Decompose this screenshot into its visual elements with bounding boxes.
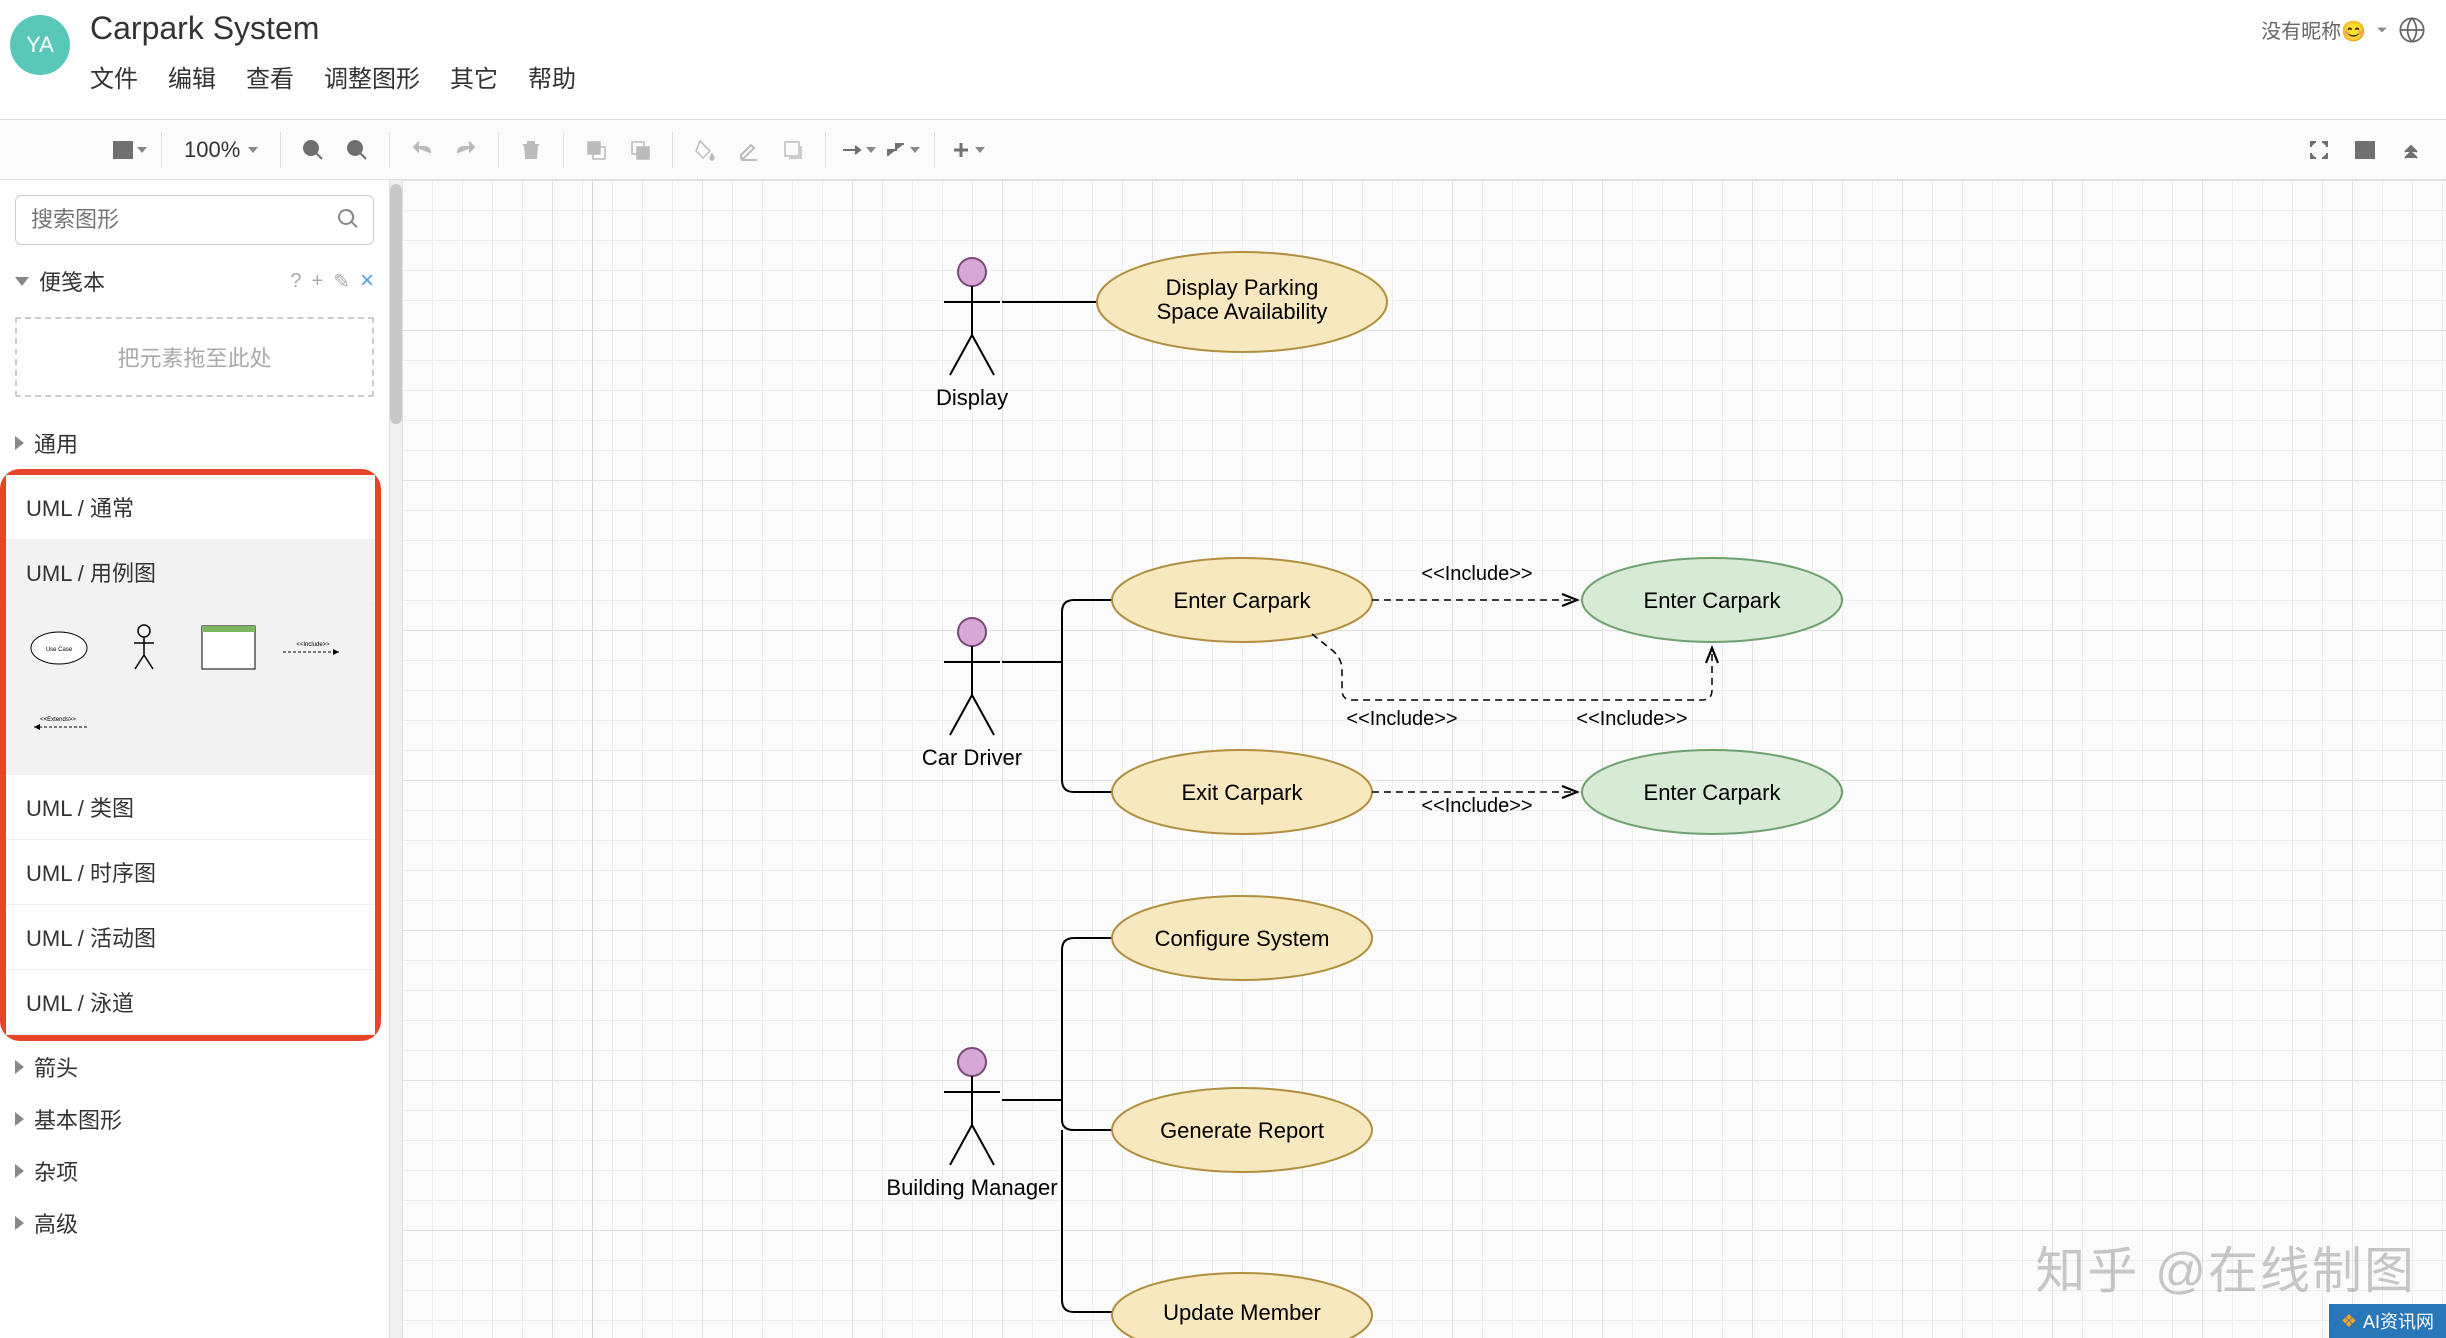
actor-car-driver[interactable]: Car Driver	[922, 618, 1022, 770]
actor-display[interactable]: Display	[936, 258, 1008, 410]
category-misc[interactable]: 杂项	[0, 1145, 389, 1197]
svg-text:Car Driver: Car Driver	[922, 745, 1022, 770]
user-dropdown-icon[interactable]	[2376, 24, 2388, 36]
zoom-in-button[interactable]	[293, 130, 333, 170]
undo-button[interactable]	[402, 130, 442, 170]
svg-text:Display ParkingSpace Availabil: Display ParkingSpace Availability	[1157, 275, 1328, 324]
svg-text:Update Member: Update Member	[1163, 1300, 1321, 1325]
scratchpad-add-icon[interactable]: +	[312, 270, 324, 293]
usecase-configure-system[interactable]: Configure System	[1112, 896, 1372, 980]
cat-uml-swimlane[interactable]: UML / 泳道	[6, 970, 375, 1035]
menu-arrange[interactable]: 调整图形	[324, 59, 420, 94]
line-color-button[interactable]	[729, 130, 769, 170]
corner-badge: AI资讯网	[2329, 1304, 2446, 1338]
document-title[interactable]: Carpark System	[90, 10, 2261, 47]
view-toggle-button[interactable]	[109, 130, 149, 170]
cat-uml-class[interactable]: UML / 类图	[6, 775, 375, 840]
usecase-display-parking[interactable]: Display ParkingSpace Availability	[1097, 252, 1387, 352]
scratchpad-help-icon[interactable]: ?	[290, 270, 301, 293]
delete-button[interactable]	[511, 130, 551, 170]
svg-text:Configure System: Configure System	[1155, 926, 1330, 951]
actor-building-manager[interactable]: Building Manager	[886, 1048, 1057, 1200]
category-arrows[interactable]: 箭头	[0, 1041, 389, 1093]
shape-actor[interactable]	[111, 620, 176, 675]
menu-file[interactable]: 文件	[90, 59, 138, 94]
usecase-enter-carpark[interactable]: Enter Carpark	[1112, 558, 1372, 642]
sidebar-scrollbar-thumb[interactable]	[390, 184, 402, 424]
shape-usecase-ellipse[interactable]: Use Case	[26, 620, 91, 675]
format-panel-button[interactable]	[2345, 130, 2385, 170]
usecase-enter-carpark-inc1[interactable]: Enter Carpark	[1582, 558, 1842, 642]
svg-text:Use Case: Use Case	[45, 647, 72, 653]
search-icon[interactable]	[336, 207, 360, 231]
uml-highlight-box: UML / 通常 UML / 用例图 Use Case <<Include>> …	[0, 469, 381, 1041]
fill-color-button[interactable]	[685, 130, 725, 170]
svg-text:Enter Carpark: Enter Carpark	[1644, 780, 1782, 805]
svg-text:Generate Report: Generate Report	[1160, 1118, 1324, 1143]
category-basic[interactable]: 基本图形	[0, 1093, 389, 1145]
to-front-button[interactable]	[576, 130, 616, 170]
sidebar-scrollbar[interactable]	[390, 180, 402, 1338]
shape-system-box[interactable]	[196, 620, 261, 675]
usecase-generate-report[interactable]: Generate Report	[1112, 1088, 1372, 1172]
usecase-enter-carpark-inc2[interactable]: Enter Carpark	[1582, 750, 1842, 834]
scratchpad-header[interactable]: 便笺本 ? + ✎ ×	[0, 255, 389, 307]
diagram-canvas[interactable]: Display Display ParkingSpace Availabilit…	[402, 180, 2446, 1338]
menu-extras[interactable]: 其它	[450, 59, 498, 94]
menu-edit[interactable]: 编辑	[168, 59, 216, 94]
fullscreen-button[interactable]	[2299, 130, 2339, 170]
svg-text:Exit Carpark: Exit Carpark	[1181, 780, 1303, 805]
menu-help[interactable]: 帮助	[528, 59, 576, 94]
scratchpad-edit-icon[interactable]: ✎	[333, 269, 350, 294]
to-back-button[interactable]	[620, 130, 660, 170]
add-button[interactable]	[947, 130, 987, 170]
svg-text:<<Include>>: <<Include>>	[1421, 563, 1532, 585]
cat-uml-common[interactable]: UML / 通常	[6, 475, 375, 540]
category-advanced[interactable]: 高级	[0, 1197, 389, 1249]
app-header: YA Carpark System 文件 编辑 查看 调整图形 其它 帮助 没有…	[0, 0, 2446, 120]
scratchpad-close-icon[interactable]: ×	[360, 267, 374, 295]
svg-text:Enter Carpark: Enter Carpark	[1174, 588, 1312, 613]
zoom-out-button[interactable]	[337, 130, 377, 170]
svg-text:<<Include>>: <<Include>>	[1346, 708, 1457, 730]
shape-extends-arrow[interactable]: <<Extends>>	[26, 695, 91, 750]
svg-text:Enter Carpark: Enter Carpark	[1644, 588, 1782, 613]
search-input[interactable]	[15, 195, 374, 245]
svg-text:Display: Display	[936, 385, 1008, 410]
shadow-button[interactable]	[773, 130, 813, 170]
menu-view[interactable]: 查看	[246, 59, 294, 94]
usecase-exit-carpark[interactable]: Exit Carpark	[1112, 750, 1372, 834]
svg-text:<<Extends>>: <<Extends>>	[40, 717, 76, 723]
shape-include-arrow[interactable]: <<Include>>	[281, 620, 346, 675]
connection-button[interactable]	[838, 130, 878, 170]
cat-uml-activity[interactable]: UML / 活动图	[6, 905, 375, 970]
globe-icon[interactable]	[2398, 16, 2426, 44]
toolbar: 100%	[0, 120, 2446, 180]
redo-button[interactable]	[446, 130, 486, 170]
category-general[interactable]: 通用	[0, 417, 389, 469]
app-logo[interactable]: YA	[10, 15, 70, 75]
zoom-level[interactable]: 100%	[174, 137, 268, 163]
shapes-sidebar: 便笺本 ? + ✎ × 把元素拖至此处 通用 UML / 通常 UML / 用例…	[0, 180, 390, 1338]
usecase-shape-palette: Use Case <<Include>> <<Extends>>	[6, 605, 375, 775]
cat-uml-usecase[interactable]: UML / 用例图	[6, 540, 375, 605]
diagram-svg: Display Display ParkingSpace Availabilit…	[402, 180, 2446, 1338]
svg-text:<<Include>>: <<Include>>	[1576, 708, 1687, 730]
cat-uml-sequence[interactable]: UML / 时序图	[6, 840, 375, 905]
svg-text:<<Include>>: <<Include>>	[1421, 795, 1532, 817]
svg-text:<<Include>>: <<Include>>	[296, 642, 330, 648]
waypoint-button[interactable]	[882, 130, 922, 170]
scratchpad-dropzone[interactable]: 把元素拖至此处	[15, 317, 374, 397]
collapse-button[interactable]	[2391, 130, 2431, 170]
svg-text:Building Manager: Building Manager	[886, 1175, 1057, 1200]
user-label[interactable]: 没有昵称😊	[2261, 15, 2366, 44]
usecase-update-member[interactable]: Update Member	[1112, 1273, 1372, 1338]
menu-bar: 文件 编辑 查看 调整图形 其它 帮助	[90, 59, 2261, 94]
